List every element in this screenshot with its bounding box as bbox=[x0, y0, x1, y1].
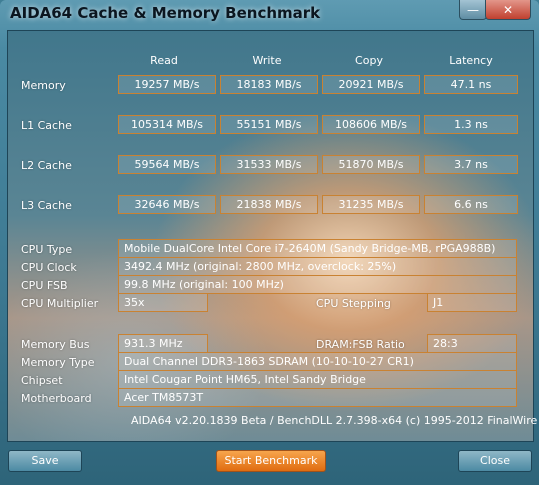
cpu-clock-value: 3492.4 MHz (original: 2800 MHz, overcloc… bbox=[118, 257, 517, 276]
chipset-label: Chipset bbox=[21, 374, 63, 387]
l2-latency-value: 3.7 ns bbox=[424, 155, 518, 174]
cpu-multiplier-label: CPU Multiplier bbox=[21, 297, 99, 310]
l1-copy-value: 108606 MB/s bbox=[322, 115, 420, 134]
l3-read-value: 32646 MB/s bbox=[118, 195, 216, 214]
memory-type-value: Dual Channel DDR3-1863 SDRAM (10-10-10-2… bbox=[118, 352, 517, 371]
window-close-button[interactable]: ✕ bbox=[485, 0, 531, 20]
cpu-fsb-value: 99.8 MHz (original: 100 MHz) bbox=[118, 275, 517, 294]
column-header-copy: Copy bbox=[355, 54, 383, 67]
motherboard-value: Acer TM8573T bbox=[118, 388, 517, 407]
memory-write-value: 18183 MB/s bbox=[220, 75, 318, 94]
l3-latency-value: 6.6 ns bbox=[424, 195, 518, 214]
l2-copy-value: 51870 MB/s bbox=[322, 155, 420, 174]
l1-latency-value: 1.3 ns bbox=[424, 115, 518, 134]
l1-write-value: 55151 MB/s bbox=[220, 115, 318, 134]
column-header-latency: Latency bbox=[449, 54, 493, 67]
l2-read-value: 59564 MB/s bbox=[118, 155, 216, 174]
column-header-read: Read bbox=[150, 54, 178, 67]
memory-copy-value: 20921 MB/s bbox=[322, 75, 420, 94]
l3-copy-value: 31235 MB/s bbox=[322, 195, 420, 214]
dram-fsb-ratio-value: 28:3 bbox=[427, 334, 517, 353]
memory-bus-value: 931.3 MHz bbox=[118, 334, 208, 353]
dram-fsb-ratio-label: DRAM:FSB Ratio bbox=[316, 338, 405, 351]
cpu-type-value: Mobile DualCore Intel Core i7-2640M (San… bbox=[118, 239, 517, 258]
benchmark-window: AIDA64 Cache & Memory Benchmark — ✕ Read… bbox=[0, 0, 539, 485]
close-button[interactable]: Close bbox=[458, 450, 532, 472]
memory-bus-label: Memory Bus bbox=[21, 338, 90, 351]
l3-write-value: 21838 MB/s bbox=[220, 195, 318, 214]
cpu-type-label: CPU Type bbox=[21, 243, 73, 256]
save-button[interactable]: Save bbox=[8, 450, 82, 472]
window-title: AIDA64 Cache & Memory Benchmark bbox=[10, 4, 321, 22]
column-header-write: Write bbox=[252, 54, 282, 67]
row-label-l3-cache: L3 Cache bbox=[21, 199, 72, 212]
cpu-stepping-label: CPU Stepping bbox=[316, 297, 391, 310]
cpu-clock-label: CPU Clock bbox=[21, 261, 77, 274]
chipset-value: Intel Cougar Point HM65, Intel Sandy Bri… bbox=[118, 370, 517, 389]
l2-write-value: 31533 MB/s bbox=[220, 155, 318, 174]
memory-type-label: Memory Type bbox=[21, 356, 95, 369]
version-footer: AIDA64 v2.20.1839 Beta / BenchDLL 2.7.39… bbox=[131, 414, 539, 427]
l1-read-value: 105314 MB/s bbox=[118, 115, 216, 134]
row-label-l2-cache: L2 Cache bbox=[21, 159, 72, 172]
cpu-stepping-value: J1 bbox=[427, 293, 517, 312]
memory-latency-value: 47.1 ns bbox=[424, 75, 518, 94]
minimize-button[interactable]: — bbox=[459, 0, 487, 20]
cpu-multiplier-value: 35x bbox=[118, 293, 208, 312]
benchmark-panel: Read Write Copy Latency Memory 19257 MB/… bbox=[7, 30, 539, 442]
start-benchmark-button[interactable]: Start Benchmark bbox=[216, 450, 326, 472]
memory-read-value: 19257 MB/s bbox=[118, 75, 216, 94]
title-bar: AIDA64 Cache & Memory Benchmark — ✕ bbox=[0, 0, 539, 28]
cpu-fsb-label: CPU FSB bbox=[21, 279, 68, 292]
row-label-l1-cache: L1 Cache bbox=[21, 119, 72, 132]
row-label-memory: Memory bbox=[21, 79, 66, 92]
motherboard-label: Motherboard bbox=[21, 392, 92, 405]
